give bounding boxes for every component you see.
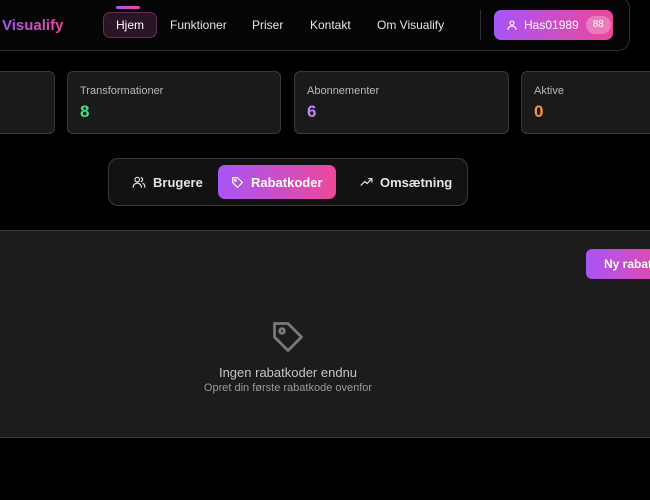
tab-brugere[interactable]: Brugere — [119, 165, 216, 199]
tab-omsaetning[interactable]: Omsætning — [347, 165, 465, 199]
nav-item-om-visualify[interactable]: Om Visualify — [365, 12, 456, 38]
stat-card-partial — [0, 71, 55, 134]
stat-value: 0 — [534, 102, 544, 121]
user-name: Has01989 — [524, 18, 579, 32]
tab-label: Brugere — [153, 174, 203, 190]
user-credits-badge: 88 — [585, 16, 611, 34]
brand-logo[interactable]: Visualify — [2, 14, 63, 38]
user-icon — [507, 20, 517, 31]
stat-card-abonnementer: Abonnementer 6 — [294, 71, 509, 134]
user-account-button[interactable]: Has01989 88 — [494, 10, 613, 40]
nav-item-kontakt[interactable]: Kontakt — [298, 12, 363, 38]
admin-tabs: Brugere Rabatkoder Omsætning — [108, 158, 468, 206]
new-discount-code-label: Ny rabatkode — [604, 257, 650, 271]
stat-card-aktive: Aktive 0 — [521, 71, 650, 134]
stat-label: Transformationer — [80, 85, 164, 97]
tab-label: Omsætning — [380, 174, 453, 190]
stat-value: 6 — [307, 102, 317, 121]
page: Visualify Hjem Funktioner Priser Kontakt… — [0, 0, 650, 500]
active-nav-indicator — [116, 6, 140, 9]
nav-item-hjem[interactable]: Hjem — [103, 12, 158, 38]
users-icon — [132, 176, 146, 188]
new-discount-code-button[interactable]: Ny rabatkode — [586, 249, 650, 279]
empty-state-subtitle: Opret din første rabatkode ovenfor — [203, 382, 373, 394]
stat-card-transformationer: Transformationer 8 — [67, 71, 281, 134]
tag-icon — [273, 322, 303, 352]
nav-item-funktioner[interactable]: Funktioner — [158, 12, 239, 38]
stat-label: Aktive — [534, 85, 564, 97]
empty-state-title: Ingen rabatkoder endnu — [218, 365, 358, 380]
tab-label: Rabatkoder — [251, 174, 323, 190]
stat-value: 8 — [80, 102, 90, 121]
tab-rabatkoder[interactable]: Rabatkoder — [218, 165, 336, 199]
tag-icon — [232, 176, 243, 188]
stat-label: Abonnementer — [307, 85, 380, 97]
trending-up-icon — [360, 177, 373, 186]
discount-codes-panel: Ny rabatkode Ingen rabatkoder endnu Opre… — [0, 230, 650, 438]
nav-item-priser[interactable]: Priser — [240, 12, 295, 38]
nav-divider — [480, 10, 481, 40]
